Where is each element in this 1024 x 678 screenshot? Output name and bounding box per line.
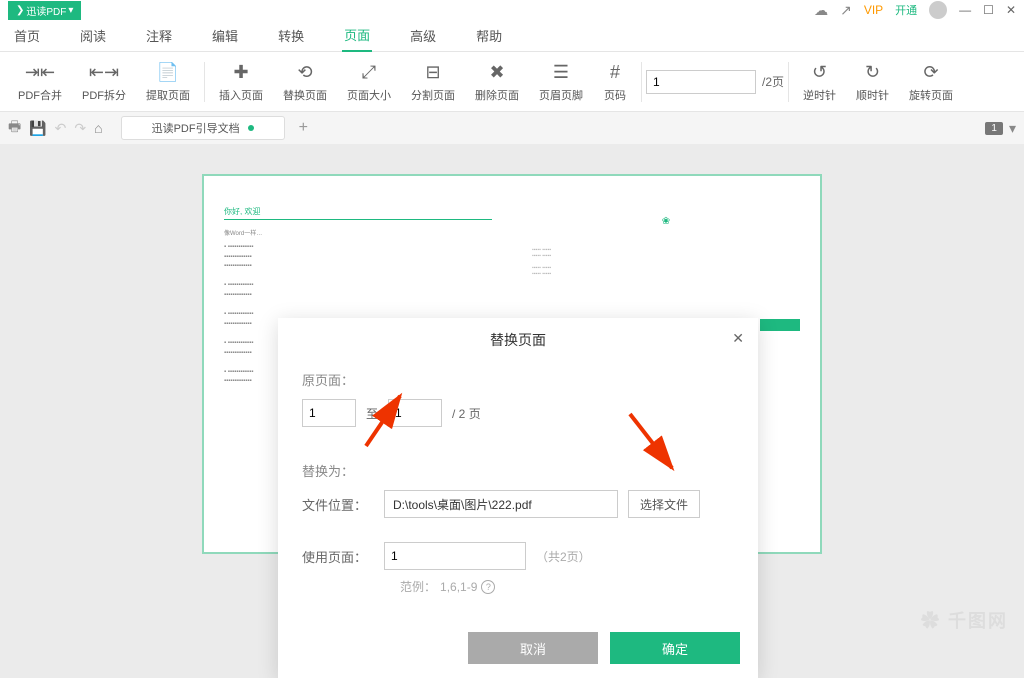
ribbon-PDF拆分[interactable]: ⇤⇥PDF拆分 xyxy=(72,61,136,103)
share-icon[interactable]: ↗ xyxy=(840,2,852,19)
ribbon-分割页面[interactable]: ⊟分割页面 xyxy=(401,61,465,103)
pages-count-hint: （共2页） xyxy=(536,548,591,565)
close-icon[interactable]: ✕ xyxy=(732,330,744,347)
preview-section: 像Word一样… xyxy=(224,228,492,237)
app-logo: ❯ 迅读PDF ▾ xyxy=(8,1,81,20)
menu-编辑[interactable]: 编辑 xyxy=(210,20,240,51)
tab-title: 迅读PDF引导文档 xyxy=(152,120,240,136)
dialog-body: 原页面： 至 / 2 页 替换为： 文件位置： D:\tools\桌面\图片\2… xyxy=(278,362,758,595)
choose-file-button[interactable]: 选择文件 xyxy=(628,490,700,518)
ribbon-页面大小[interactable]: ⤢页面大小 xyxy=(337,61,401,103)
menu-页面[interactable]: 页面 xyxy=(342,19,372,52)
ribbon: ⇥⇤PDF合并⇤⇥PDF拆分📄提取页面✚插入页面⟲替换页面⤢页面大小⊟分割页面✖… xyxy=(0,52,1024,112)
replace-page-dialog: 替换页面 ✕ 原页面： 至 / 2 页 替换为： 文件位置： D:\tools\… xyxy=(278,318,758,678)
vip-action[interactable]: 开通 xyxy=(895,2,917,18)
bird-icon: ❯ xyxy=(16,5,24,16)
ribbon-旋转页面[interactable]: ⟳旋转页面 xyxy=(899,61,963,103)
menu-转换[interactable]: 转换 xyxy=(276,20,306,51)
dropdown-icon[interactable]: ▾ xyxy=(68,5,73,16)
to-page-input[interactable] xyxy=(388,399,442,427)
ribbon-旋转页面-icon: ⟳ xyxy=(919,61,943,85)
app-name: 迅读PDF xyxy=(26,3,66,18)
page-total: /2页 xyxy=(762,73,784,90)
home-icon[interactable]: ⌂ xyxy=(94,120,102,136)
ribbon-页面大小-icon: ⤢ xyxy=(357,61,381,85)
file-location-label: 文件位置： xyxy=(302,495,374,514)
modified-dot-icon xyxy=(248,125,254,131)
chevron-down-icon[interactable]: ▾ xyxy=(1009,120,1016,137)
ok-button[interactable]: 确定 xyxy=(610,632,740,664)
menubar: 首页 阅读 注释 编辑 转换 页面 高级 帮助 xyxy=(0,20,1024,52)
ribbon-插入页面[interactable]: ✚插入页面 xyxy=(209,61,273,103)
file-row: 文件位置： D:\tools\桌面\图片\222.pdf 选择文件 xyxy=(302,490,734,518)
dialog-title: 替换页面 xyxy=(490,330,546,350)
watermark: ✿ 千图网 xyxy=(921,607,1008,633)
print-icon[interactable]: 🖶 xyxy=(8,116,21,140)
menu-首页[interactable]: 首页 xyxy=(12,20,42,51)
example-prefix: 范例： xyxy=(400,578,436,595)
preview-heading: 你好, 欢迎 xyxy=(224,206,492,220)
dialog-header: 替换页面 ✕ xyxy=(278,318,758,362)
page-number-input[interactable] xyxy=(646,70,756,94)
ribbon-页码[interactable]: #页码 xyxy=(593,61,637,103)
document-tab[interactable]: 迅读PDF引导文档 xyxy=(121,116,285,140)
dialog-footer: 取消 确定 xyxy=(468,632,740,664)
ribbon-删除页面-icon: ✖ xyxy=(485,61,509,85)
ribbon-提取页面-icon: 📄 xyxy=(156,61,180,85)
to-label: 至 xyxy=(366,405,378,422)
original-page-label: 原页面： xyxy=(302,370,734,389)
ribbon-分割页面-icon: ⊟ xyxy=(421,61,445,85)
ribbon-PDF拆分-icon: ⇤⇥ xyxy=(92,61,116,85)
ribbon-删除页面[interactable]: ✖删除页面 xyxy=(465,61,529,103)
tabbar-right: 1 ▾ xyxy=(985,120,1016,137)
use-pages-row: 使用页面： （共2页） xyxy=(302,542,734,570)
ribbon-PDF合并-icon: ⇥⇤ xyxy=(28,61,52,85)
ribbon-逆时针[interactable]: ↺逆时针 xyxy=(793,61,846,103)
replace-with-label: 替换为： xyxy=(302,461,734,480)
close-button[interactable]: ✕ xyxy=(1006,3,1016,17)
page-badge: 1 xyxy=(985,122,1003,135)
ribbon-页眉页脚[interactable]: ☰页眉页脚 xyxy=(529,61,593,103)
ribbon-顺时针[interactable]: ↻顺时针 xyxy=(846,61,899,103)
tabbar: 🖶 💾 ↶ ↷ ⌂ 迅读PDF引导文档 + 1 ▾ xyxy=(0,112,1024,144)
workspace: 你好, 欢迎 像Word一样… ▪ ▪▪▪▪▪▪▪▪▪▪▪▪▪▪▪▪▪▪▪▪▪▪… xyxy=(0,144,1024,639)
menu-注释[interactable]: 注释 xyxy=(144,20,174,51)
ribbon-PDF合并[interactable]: ⇥⇤PDF合并 xyxy=(8,61,72,103)
minimize-button[interactable]: — xyxy=(959,3,971,17)
maximize-button[interactable]: ☐ xyxy=(983,3,994,17)
avatar[interactable] xyxy=(929,1,947,19)
add-tab-button[interactable]: + xyxy=(299,119,308,137)
ribbon-替换页面[interactable]: ⟲替换页面 xyxy=(273,61,337,103)
vip-icon[interactable]: VIP xyxy=(864,3,883,17)
menu-高级[interactable]: 高级 xyxy=(408,20,438,51)
redo-icon[interactable]: ↷ xyxy=(74,120,86,137)
ribbon-插入页面-icon: ✚ xyxy=(229,61,253,85)
ribbon-逆时针-icon: ↺ xyxy=(808,61,832,85)
file-path-input[interactable]: D:\tools\桌面\图片\222.pdf xyxy=(384,490,618,518)
help-icon[interactable]: ? xyxy=(481,580,495,594)
ribbon-提取页面[interactable]: 📄提取页面 xyxy=(136,61,200,103)
save-icon[interactable]: 💾 xyxy=(29,120,46,137)
menu-阅读[interactable]: 阅读 xyxy=(78,20,108,51)
cancel-button[interactable]: 取消 xyxy=(468,632,598,664)
original-page-row: 至 / 2 页 xyxy=(302,399,734,427)
example-text: 1,6,1-9 xyxy=(440,580,477,594)
from-page-input[interactable] xyxy=(302,399,356,427)
example-row: 范例： 1,6,1-9 ? xyxy=(400,578,734,595)
titlebar-right: ☁ ↗ VIP 开通 — ☐ ✕ xyxy=(814,1,1016,19)
ribbon-替换页面-icon: ⟲ xyxy=(293,61,317,85)
ribbon-页眉页脚-icon: ☰ xyxy=(549,61,573,85)
ribbon-页码-icon: # xyxy=(603,61,627,85)
ribbon-顺时针-icon: ↻ xyxy=(861,61,885,85)
use-pages-label: 使用页面： xyxy=(302,547,374,566)
cloud-icon[interactable]: ☁ xyxy=(814,2,828,19)
menu-帮助[interactable]: 帮助 xyxy=(474,20,504,51)
titlebar: ❯ 迅读PDF ▾ ☁ ↗ VIP 开通 — ☐ ✕ xyxy=(0,0,1024,20)
use-pages-input[interactable] xyxy=(384,542,526,570)
total-pages-suffix: / 2 页 xyxy=(452,405,481,422)
undo-icon[interactable]: ↶ xyxy=(55,120,67,137)
